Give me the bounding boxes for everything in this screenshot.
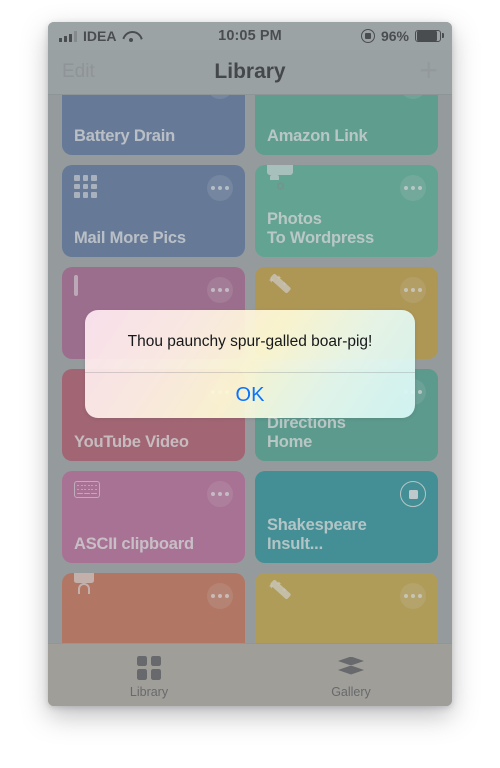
alert-message: Thou paunchy spur-galled boar-pig! [127, 333, 373, 350]
iphone-device-frame: IDEA 10:05 PM 96% Edit Library + Battery… [48, 22, 452, 706]
alert-ok-button[interactable]: OK [85, 373, 415, 418]
screenshot-frame: IDEA 10:05 PM 96% Edit Library + Battery… [0, 0, 500, 768]
alert-dialog: Thou paunchy spur-galled boar-pig! OK [85, 310, 415, 418]
